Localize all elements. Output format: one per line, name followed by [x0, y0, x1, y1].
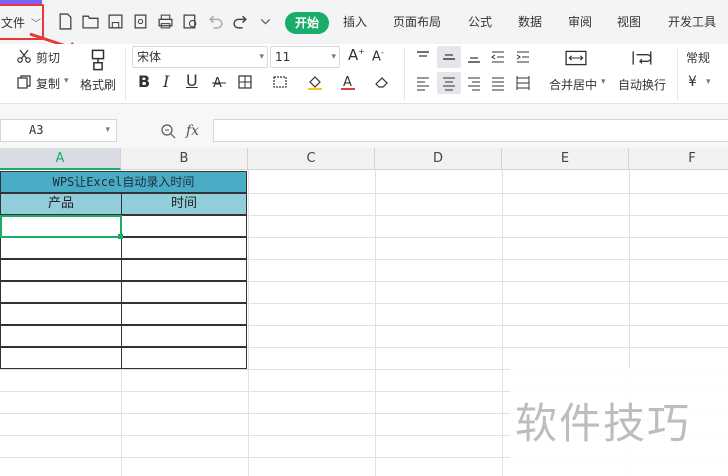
- borders-icon[interactable]: [235, 73, 255, 91]
- watermark-text: 软件技巧: [515, 399, 692, 448]
- name-box-value: A3: [29, 123, 44, 137]
- table-cell[interactable]: [0, 303, 122, 325]
- column-header-b[interactable]: B: [121, 148, 248, 170]
- clear-format-icon[interactable]: [372, 73, 392, 91]
- justify-icon[interactable]: [489, 74, 507, 92]
- column-header-d[interactable]: D: [375, 148, 502, 170]
- wrap-text-button[interactable]: 自动换行: [618, 76, 666, 93]
- number-format-select[interactable]: 常规: [686, 49, 710, 66]
- tab-data[interactable]: 数据: [518, 12, 542, 32]
- new-file-icon[interactable]: [55, 11, 75, 31]
- increase-indent-icon[interactable]: [514, 48, 532, 66]
- column-header-c[interactable]: C: [248, 148, 375, 170]
- merge-dropdown-icon[interactable]: ▾: [601, 77, 606, 87]
- column-header-f[interactable]: F: [629, 148, 728, 170]
- italic-button[interactable]: I: [163, 72, 169, 91]
- table-cell[interactable]: [0, 237, 122, 259]
- copy-icon[interactable]: [15, 73, 33, 91]
- chevron-down-icon: ▾: [259, 52, 264, 62]
- export-pdf-icon[interactable]: [130, 11, 150, 31]
- customize-toolbar-icon[interactable]: [255, 11, 275, 31]
- fx-icon[interactable]: fx: [186, 123, 199, 139]
- ribbon-separator: [677, 48, 678, 100]
- undo-icon[interactable]: [205, 11, 225, 31]
- print-preview-icon[interactable]: [180, 11, 200, 31]
- column-header-a[interactable]: A: [0, 148, 121, 170]
- formula-tools: fx: [160, 121, 199, 141]
- table-cell[interactable]: [0, 347, 122, 369]
- svg-text:A: A: [343, 75, 352, 90]
- currency-button[interactable]: ¥: [688, 74, 697, 90]
- format-painter-icon[interactable]: [86, 47, 110, 73]
- fill-handle[interactable]: [118, 234, 123, 239]
- align-bottom-icon[interactable]: [465, 48, 483, 66]
- table-cell[interactable]: [121, 237, 247, 259]
- table-cell[interactable]: [121, 347, 247, 369]
- underline-button[interactable]: U: [186, 71, 198, 90]
- ribbon-separator: [125, 48, 126, 100]
- table-cell[interactable]: [0, 259, 122, 281]
- table-cell[interactable]: [121, 303, 247, 325]
- chevron-down-icon: ▾: [331, 52, 336, 62]
- table-cell[interactable]: [121, 215, 247, 237]
- open-folder-icon[interactable]: [80, 11, 100, 31]
- merge-center-icon[interactable]: [563, 47, 589, 69]
- tab-page-layout[interactable]: 页面布局: [393, 12, 441, 32]
- chevron-down-icon: ▾: [105, 125, 110, 135]
- font-size-select[interactable]: 11 ▾: [270, 46, 340, 68]
- format-painter-button[interactable]: 格式刷: [80, 76, 116, 93]
- fill-color-icon[interactable]: [305, 73, 325, 91]
- header-cell-product[interactable]: 产品: [0, 193, 122, 215]
- redo-icon[interactable]: [230, 11, 250, 31]
- copy-dropdown-icon[interactable]: ▾: [64, 76, 69, 86]
- table-cell[interactable]: [121, 325, 247, 347]
- font-name-value: 宋体: [137, 50, 162, 64]
- align-left-icon[interactable]: [414, 74, 432, 92]
- currency-dropdown-icon[interactable]: ▾: [706, 77, 711, 87]
- header-cell-time[interactable]: 时间: [121, 193, 247, 215]
- font-size-value: 11: [275, 50, 291, 64]
- tab-formulas[interactable]: 公式: [468, 12, 492, 32]
- font-color-icon[interactable]: A: [338, 73, 358, 91]
- scissors-icon[interactable]: [15, 47, 33, 65]
- tab-insert[interactable]: 插入: [343, 12, 367, 32]
- cell-style-icon[interactable]: [270, 73, 290, 91]
- bold-button[interactable]: B: [138, 72, 150, 91]
- wrap-text-icon[interactable]: [629, 47, 655, 69]
- decrease-font-icon[interactable]: A-: [372, 48, 384, 64]
- table-cell[interactable]: [121, 259, 247, 281]
- distributed-align-icon[interactable]: [514, 74, 532, 92]
- zoom-icon[interactable]: [160, 123, 176, 139]
- ribbon-separator: [404, 48, 405, 100]
- save-icon[interactable]: [105, 11, 125, 31]
- merge-center-button[interactable]: 合并居中: [549, 76, 597, 93]
- strikethrough-icon[interactable]: A: [209, 73, 229, 91]
- increase-font-icon[interactable]: A+: [348, 46, 365, 64]
- align-right-icon[interactable]: [465, 74, 483, 92]
- table-cell[interactable]: [0, 281, 122, 303]
- tab-view[interactable]: 视图: [617, 12, 641, 32]
- tab-developer[interactable]: 开发工具: [668, 12, 716, 32]
- align-middle-icon[interactable]: [440, 48, 458, 66]
- align-top-icon[interactable]: [414, 48, 432, 66]
- tab-review[interactable]: 审阅: [568, 12, 592, 32]
- name-box[interactable]: A3 ▾: [0, 119, 117, 142]
- active-cell-selection[interactable]: [0, 215, 122, 238]
- table-cell[interactable]: [121, 281, 247, 303]
- column-header-e[interactable]: E: [502, 148, 629, 170]
- font-name-select[interactable]: 宋体 ▾: [132, 46, 268, 68]
- print-icon[interactable]: [155, 11, 175, 31]
- formula-input[interactable]: [213, 119, 728, 142]
- table-cell[interactable]: [0, 325, 122, 347]
- align-center-icon[interactable]: [440, 74, 458, 92]
- copy-button[interactable]: 复制: [36, 75, 60, 92]
- merged-title-cell[interactable]: WPS让Excel自动录入时间: [0, 171, 247, 193]
- tab-home[interactable]: 开始: [285, 12, 330, 34]
- cut-button[interactable]: 剪切: [36, 49, 60, 66]
- decrease-indent-icon[interactable]: [489, 48, 507, 66]
